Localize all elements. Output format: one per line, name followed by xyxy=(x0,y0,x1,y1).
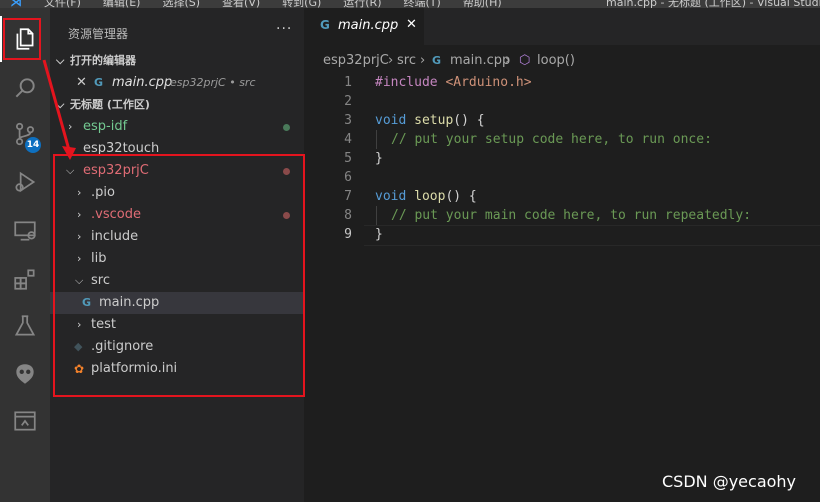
code-line-7: void loop() { xyxy=(375,189,477,204)
menu-edit[interactable]: 编辑(E) xyxy=(103,0,141,8)
tab-main-cpp[interactable]: G main.cpp ✕ xyxy=(304,8,424,45)
vscode-logo-icon: ⋊ xyxy=(10,0,22,8)
editor-tab-bar: G main.cpp ✕ xyxy=(304,8,820,45)
line-number: 4 xyxy=(344,132,352,147)
menu-selection[interactable]: 选择(S) xyxy=(162,0,200,8)
menu-bar: ⋊ 文件(F) 编辑(E) 选择(S) 查看(V) 转到(G) 运行(R) 终端… xyxy=(0,0,820,8)
platformio-button[interactable] xyxy=(0,351,50,397)
explorer-title: 资源管理器 xyxy=(68,27,129,41)
source-control-badge: 14 xyxy=(25,137,41,153)
open-editor-description: esp32prjC • src xyxy=(170,76,256,89)
chevron-down-icon: ⌵ xyxy=(56,54,65,67)
remote-window-button[interactable] xyxy=(0,398,50,444)
window-title: main.cpp - 无标题 (工作区) - Visual Studio xyxy=(606,0,820,8)
code-line-8: // put your main code here, to run repea… xyxy=(391,208,752,223)
code-editor[interactable]: 1 2 3 4 5 6 7 8 9 #include <Arduino.h> v… xyxy=(304,73,820,502)
search-icon xyxy=(15,78,35,98)
testing-button[interactable] xyxy=(0,303,50,349)
chevron-right-icon: › xyxy=(68,120,73,133)
flask-icon xyxy=(14,315,36,336)
indent-guide xyxy=(376,130,377,149)
window-icon xyxy=(14,411,36,431)
remote-explorer-icon xyxy=(14,221,36,241)
open-editor-item[interactable]: ✕ G main.cpp esp32prjC • src xyxy=(50,72,304,94)
workspace-header[interactable]: ⌵ 无标题 (工作区) xyxy=(50,94,304,116)
remote-explorer-button[interactable] xyxy=(0,208,50,254)
menu-run[interactable]: 运行(R) xyxy=(343,0,381,8)
run-debug-button[interactable] xyxy=(0,159,50,205)
line-number: 8 xyxy=(344,208,352,223)
menu-file[interactable]: 文件(F) xyxy=(44,0,81,8)
more-actions-button[interactable]: ··· xyxy=(276,21,292,37)
menu-go[interactable]: 转到(G) xyxy=(282,0,321,8)
menu-terminal[interactable]: 终端(T) xyxy=(404,0,441,8)
annotation-box-explorer xyxy=(3,18,41,60)
line-number: 5 xyxy=(344,151,352,166)
line-number: 6 xyxy=(344,170,352,185)
code-line-4: // put your setup code here, to run once… xyxy=(391,132,712,147)
code-line-1: #include <Arduino.h> xyxy=(375,75,532,90)
line-number: 3 xyxy=(344,113,352,128)
menu-items: 文件(F) 编辑(E) 选择(S) 查看(V) 转到(G) 运行(R) 终端(T… xyxy=(44,0,502,8)
line-number-current: 9 xyxy=(344,227,352,242)
cpp-file-icon: G xyxy=(94,76,104,89)
extensions-icon xyxy=(14,269,35,290)
line-number: 7 xyxy=(344,189,352,204)
code-line-9: } xyxy=(375,227,383,242)
chevron-down-icon: ⌵ xyxy=(56,98,65,111)
annotation-box-project xyxy=(53,154,305,397)
watermark: CSDN @yecaohy xyxy=(662,472,797,491)
current-line-highlight xyxy=(364,225,820,246)
source-control-button[interactable]: 14 xyxy=(0,111,50,157)
line-number: 2 xyxy=(344,94,352,109)
run-debug-icon xyxy=(15,171,36,193)
close-icon[interactable]: ✕ xyxy=(76,72,87,94)
platformio-alien-icon xyxy=(16,364,34,384)
menu-view[interactable]: 查看(V) xyxy=(222,0,260,8)
open-editor-filename: main.cpp xyxy=(112,75,173,90)
indent-guide xyxy=(376,206,377,225)
code-line-5: } xyxy=(375,151,383,166)
cpp-file-icon: G xyxy=(320,18,330,32)
code-line-3: void setup() { xyxy=(375,113,485,128)
line-number: 1 xyxy=(344,75,352,90)
close-tab-icon[interactable]: ✕ xyxy=(406,17,417,32)
extensions-button[interactable] xyxy=(0,256,50,302)
open-editors-header[interactable]: ⌵ 打开的编辑器 xyxy=(50,50,304,72)
activity-bar: 14 xyxy=(0,8,50,502)
git-status-dot xyxy=(283,124,290,131)
search-button[interactable] xyxy=(0,65,50,111)
folder-esp-idf[interactable]: › esp-idf xyxy=(50,116,304,138)
menu-help[interactable]: 帮助(H) xyxy=(463,0,502,8)
